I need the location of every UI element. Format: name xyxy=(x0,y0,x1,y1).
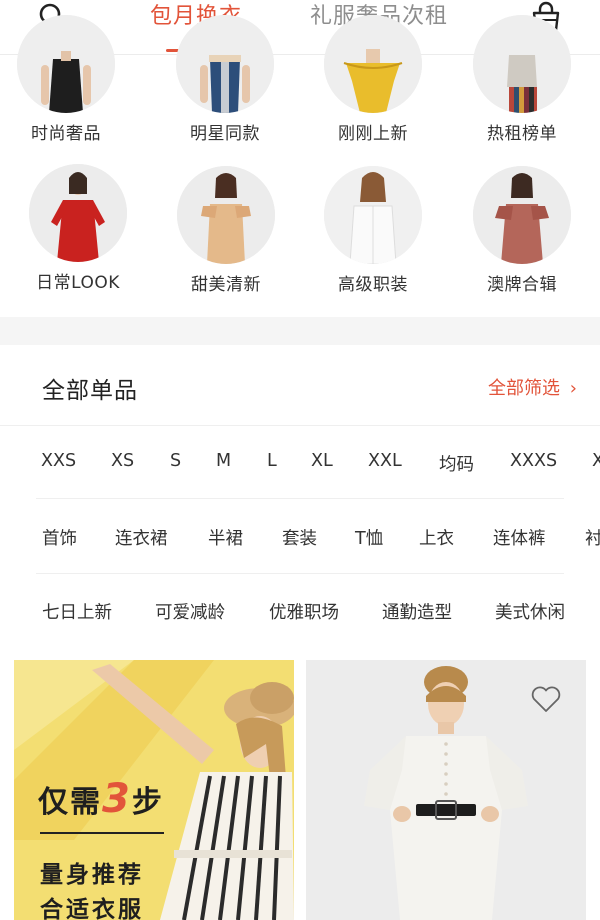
type-chip[interactable]: 首饰 xyxy=(42,525,77,550)
category-photo xyxy=(29,164,127,262)
product-card[interactable] xyxy=(306,660,586,920)
category-celebrity-style[interactable]: 明星同款 xyxy=(155,15,295,144)
promo-divider xyxy=(40,832,164,834)
category-luxury[interactable]: 时尚奢品 xyxy=(0,15,136,144)
divider xyxy=(0,425,600,426)
all-filter-link[interactable]: 全部筛选 › xyxy=(488,374,577,400)
style-chip[interactable]: 美式休闲 xyxy=(495,599,565,624)
promo-headline: 仅需3步 xyxy=(38,776,164,822)
category-photo xyxy=(17,15,115,113)
size-chip[interactable]: XS xyxy=(111,451,134,471)
type-filter-row: 首饰 连衣裙 半裙 套装 T恤 上衣 连体裤 衬 xyxy=(0,525,600,563)
type-chip[interactable]: 半裙 xyxy=(208,525,243,550)
category-photo xyxy=(324,15,422,113)
promo-step-text: 量身推荐 xyxy=(40,862,144,888)
divider xyxy=(36,573,564,574)
size-chip[interactable]: L xyxy=(267,451,277,471)
style-chip[interactable]: 可爱减龄 xyxy=(155,599,225,624)
promo-prefix: 仅需 xyxy=(38,785,102,820)
category-label: 甜美清新 xyxy=(191,275,261,295)
category-label: 热租榜单 xyxy=(487,124,557,144)
category-label: 明星同款 xyxy=(190,124,260,144)
size-chip[interactable]: S xyxy=(170,451,181,471)
category-daily-look[interactable]: 日常LOOK xyxy=(8,164,148,293)
style-chip[interactable]: 优雅职场 xyxy=(269,599,339,624)
promo-banner-card[interactable]: 仅需3步 量身推荐 合适衣服 xyxy=(14,660,294,920)
category-photo xyxy=(473,166,571,264)
size-chip[interactable]: M xyxy=(216,451,231,471)
category-photo xyxy=(177,166,275,264)
size-filter-row: XXS XS S M L XL XXL 均码 XXXS X xyxy=(0,451,600,489)
style-chip[interactable]: 七日上新 xyxy=(42,599,112,624)
category-label: 时尚奢品 xyxy=(31,124,101,144)
promo-step-count: 3 xyxy=(102,776,132,822)
type-chip[interactable]: 套装 xyxy=(282,525,317,550)
category-label: 刚刚上新 xyxy=(338,124,408,144)
size-chip[interactable]: XXL xyxy=(368,451,402,471)
section-divider xyxy=(0,317,600,345)
size-chip[interactable]: 均码 xyxy=(439,451,474,476)
all-items-title: 全部单品 xyxy=(42,378,138,404)
style-chip[interactable]: 通勤造型 xyxy=(382,599,452,624)
filter-label: 全部筛选 xyxy=(488,378,560,399)
type-chip[interactable]: T恤 xyxy=(355,525,383,550)
category-photo xyxy=(473,15,571,113)
size-chip[interactable]: X xyxy=(592,451,600,471)
category-australian-brands[interactable]: 澳牌合辑 xyxy=(452,166,592,295)
divider xyxy=(36,498,564,499)
promo-step-text: 合适衣服 xyxy=(40,897,144,920)
category-photo xyxy=(324,166,422,264)
chevron-right-icon: › xyxy=(569,378,577,399)
favorite-button[interactable] xyxy=(530,684,562,714)
size-chip[interactable]: XL xyxy=(311,451,333,471)
size-chip[interactable]: XXS xyxy=(41,451,76,471)
category-photo xyxy=(176,15,274,113)
size-chip[interactable]: XXXS xyxy=(510,451,557,471)
category-sweet-fresh[interactable]: 甜美清新 xyxy=(156,166,296,295)
category-just-arrived[interactable]: 刚刚上新 xyxy=(303,15,443,144)
category-label: 澳牌合辑 xyxy=(487,275,557,295)
category-label: 高级职装 xyxy=(338,275,408,295)
style-filter-row: 七日上新 可爱减龄 优雅职场 通勤造型 美式休闲 xyxy=(0,599,600,637)
type-chip[interactable]: 衬 xyxy=(585,525,600,550)
category-professional-wear[interactable]: 高级职装 xyxy=(303,166,443,295)
type-chip[interactable]: 连体裤 xyxy=(493,525,546,550)
type-chip[interactable]: 连衣裙 xyxy=(115,525,168,550)
promo-suffix: 步 xyxy=(131,785,164,820)
heart-icon xyxy=(531,686,561,712)
type-chip[interactable]: 上衣 xyxy=(419,525,454,550)
category-label: 日常LOOK xyxy=(36,273,120,293)
category-hot-rentals[interactable]: 热租榜单 xyxy=(452,15,592,144)
